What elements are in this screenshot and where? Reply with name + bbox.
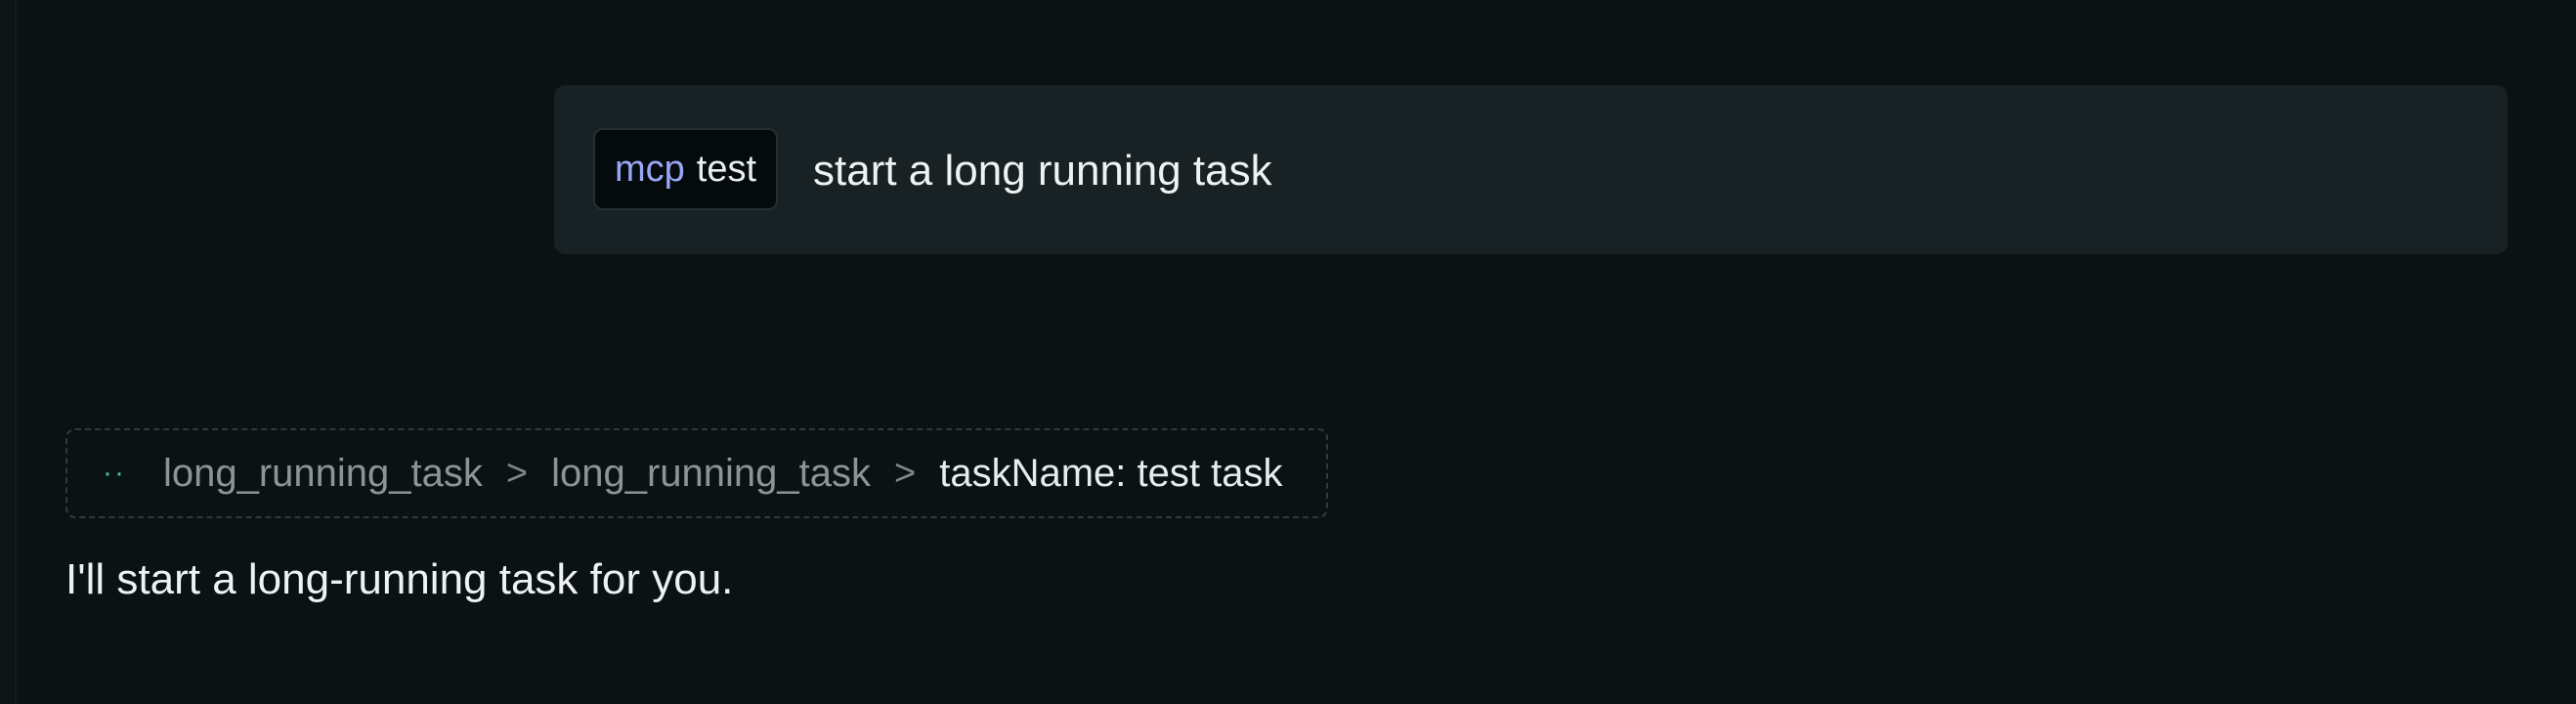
tool-call-tool-crumb: long_running_task xyxy=(551,451,872,495)
tool-call-row[interactable]: ·· long_running_task > long_running_task… xyxy=(65,428,1328,518)
user-message-bubble: mcp test start a long running task xyxy=(554,85,2508,254)
chip-server-name: test xyxy=(696,149,757,190)
left-border xyxy=(0,0,17,704)
chip-kind-label: mcp xyxy=(615,149,685,190)
chevron-right-icon: > xyxy=(894,452,917,494)
tool-call-server-crumb: long_running_task xyxy=(162,451,483,495)
assistant-message-text: I'll start a long-running task for you. xyxy=(65,555,734,603)
chevron-right-icon: > xyxy=(505,452,529,494)
chat-transcript: mcp test start a long running task ·· lo… xyxy=(0,0,2576,704)
loading-dots-icon: ·· xyxy=(103,457,126,489)
user-message-text: start a long running task xyxy=(813,147,1272,195)
mcp-server-chip[interactable]: mcp test xyxy=(593,128,779,210)
tool-call-argument: taskName: test task xyxy=(939,451,1283,495)
